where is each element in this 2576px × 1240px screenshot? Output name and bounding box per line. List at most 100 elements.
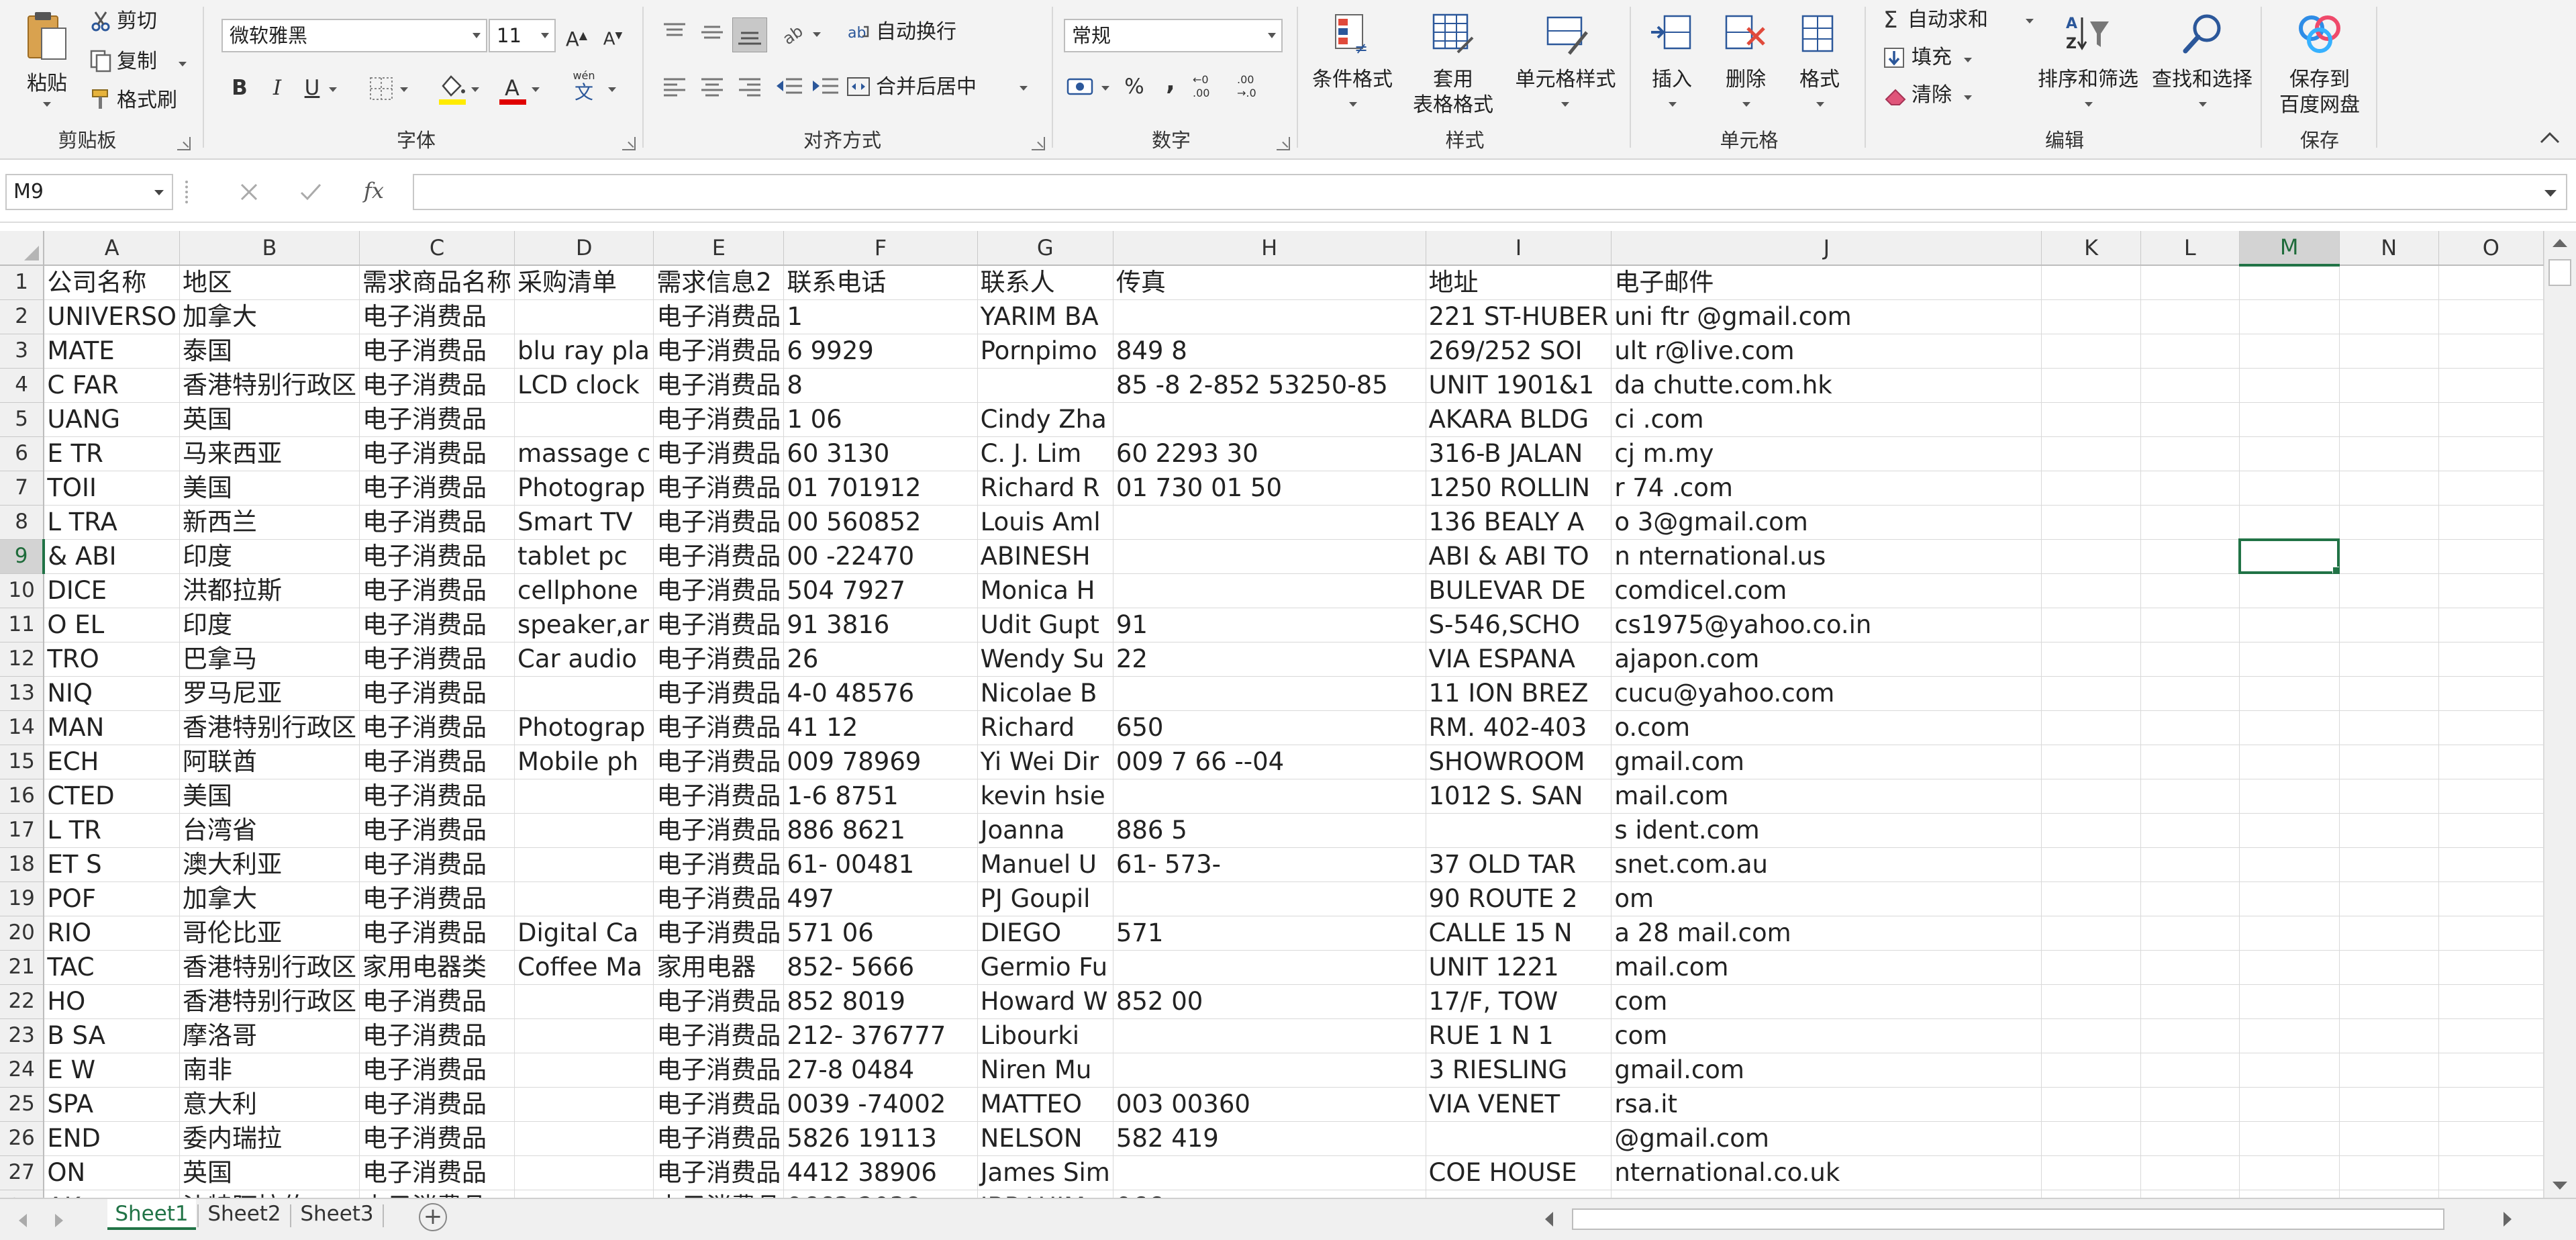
cell-i18[interactable]: 37 OLD TAR <box>1426 847 1612 882</box>
column-header-i[interactable]: I <box>1426 231 1612 266</box>
cell-o14[interactable] <box>2438 710 2544 745</box>
cell-d20[interactable]: Digital Ca <box>514 916 654 951</box>
cell-a12[interactable]: TRO <box>44 642 181 677</box>
cell-e2[interactable]: 电子消费品 <box>653 299 785 334</box>
cell-l18[interactable] <box>2140 847 2240 882</box>
cell-k25[interactable] <box>2041 1087 2141 1122</box>
cell-e21[interactable]: 家用电器 <box>653 950 785 985</box>
cell-m9[interactable] <box>2238 538 2340 574</box>
cell-j9[interactable]: n nternational.us <box>1611 539 2042 574</box>
cell-a3[interactable]: MATE <box>44 334 181 369</box>
row-header[interactable]: 15 <box>0 745 45 779</box>
cell-n24[interactable] <box>2339 1053 2439 1088</box>
cell-b23[interactable]: 摩洛哥 <box>179 1018 360 1053</box>
cell-m17[interactable] <box>2239 813 2340 848</box>
comma-button[interactable]: , <box>1155 67 1186 98</box>
cell-o5[interactable] <box>2438 402 2544 437</box>
cell-f11[interactable]: 91 3816 <box>783 608 978 642</box>
row-header[interactable]: 2 <box>0 299 45 334</box>
cell-f7[interactable]: 01 701912 <box>783 471 978 506</box>
cell-g2[interactable]: YARIM BA <box>977 299 1113 334</box>
decrease-decimal-icon[interactable]: .00→.0 <box>1236 71 1271 101</box>
row-header[interactable]: 4 <box>0 368 45 403</box>
cell-i1[interactable]: 地址 <box>1426 265 1612 300</box>
cell-l4[interactable] <box>2140 368 2240 403</box>
cell-l23[interactable] <box>2140 1018 2240 1053</box>
cell-a24[interactable]: E W <box>44 1053 181 1088</box>
fill-button[interactable]: 填充 <box>1883 44 1977 74</box>
cell-k24[interactable] <box>2041 1053 2141 1088</box>
row-header[interactable]: 10 <box>0 573 45 608</box>
cell-a2[interactable]: UNIVERSO <box>44 299 181 334</box>
cell-h24[interactable] <box>1113 1053 1426 1088</box>
cell-f6[interactable]: 60 3130 <box>783 436 978 471</box>
cell-h4[interactable]: 85 -8 2-852 53250-85 <box>1113 368 1426 403</box>
sheet-tab-3[interactable]: Sheet3 <box>293 1199 381 1230</box>
cell-k23[interactable] <box>2041 1018 2141 1053</box>
column-header-m[interactable]: M <box>2239 231 2340 267</box>
cell-i16[interactable]: 1012 S. SAN <box>1426 779 1612 814</box>
row-header[interactable]: 6 <box>0 436 45 471</box>
cell-a25[interactable]: SPA <box>44 1087 181 1122</box>
cell-i11[interactable]: S-546,SCHO <box>1426 608 1612 642</box>
cell-i3[interactable]: 269/252 SOI <box>1426 334 1612 369</box>
cell-d5[interactable] <box>514 402 654 437</box>
font-launcher-icon[interactable] <box>622 137 636 150</box>
row-header[interactable]: 27 <box>0 1155 45 1190</box>
cell-l25[interactable] <box>2140 1087 2240 1122</box>
cell-g28[interactable]: IBRAHIM <box>977 1190 1113 1198</box>
italic-button[interactable]: I <box>262 73 293 103</box>
cell-l20[interactable] <box>2140 916 2240 951</box>
row-header[interactable]: 3 <box>0 334 45 369</box>
cell-n5[interactable] <box>2339 402 2439 437</box>
cell-g13[interactable]: Nicolae B <box>977 676 1113 711</box>
cell-m14[interactable] <box>2239 710 2340 745</box>
cell-c23[interactable]: 电子消费品 <box>359 1018 515 1053</box>
cell-d12[interactable]: Car audio <box>514 642 654 677</box>
cell-m15[interactable] <box>2239 745 2340 779</box>
cell-o16[interactable] <box>2438 779 2544 814</box>
cell-l16[interactable] <box>2140 779 2240 814</box>
cell-g10[interactable]: Monica H <box>977 573 1113 608</box>
merge-center-button[interactable]: 合并后居中 <box>876 75 977 99</box>
cell-b25[interactable]: 意大利 <box>179 1087 360 1122</box>
row-header[interactable]: 28 <box>0 1190 45 1198</box>
cell-n27[interactable] <box>2339 1155 2439 1190</box>
copy-button[interactable]: 复制 <box>87 47 195 77</box>
cell-n17[interactable] <box>2339 813 2439 848</box>
cell-c17[interactable]: 电子消费品 <box>359 813 515 848</box>
cell-c6[interactable]: 电子消费品 <box>359 436 515 471</box>
cell-c9[interactable]: 电子消费品 <box>359 539 515 574</box>
cell-m24[interactable] <box>2239 1053 2340 1088</box>
cell-j22[interactable]: com <box>1611 984 2042 1019</box>
cell-b19[interactable]: 加拿大 <box>179 881 360 916</box>
cell-h14[interactable]: 650 <box>1113 710 1426 745</box>
cell-e1[interactable]: 需求信息2 <box>653 265 785 300</box>
prev-sheet-icon[interactable] <box>19 1214 27 1227</box>
cell-h26[interactable]: 582 419 <box>1113 1121 1426 1156</box>
cell-j26[interactable]: @gmail.com <box>1611 1121 2042 1156</box>
cell-f18[interactable]: 61- 00481 <box>783 847 978 882</box>
cell-m22[interactable] <box>2239 984 2340 1019</box>
cell-g16[interactable]: kevin hsie <box>977 779 1113 814</box>
save-baidu-button[interactable]: 保存到 百度网盘 <box>2266 5 2373 120</box>
cell-b1[interactable]: 地区 <box>179 265 360 300</box>
cell-g1[interactable]: 联系人 <box>977 265 1113 300</box>
cell-j21[interactable]: mail.com <box>1611 950 2042 985</box>
cell-j28[interactable]: m <box>1611 1190 2042 1198</box>
cell-d24[interactable] <box>514 1053 654 1088</box>
cell-b10[interactable]: 洪都拉斯 <box>179 573 360 608</box>
increase-decimal-icon[interactable]: ←0.00 <box>1191 71 1226 101</box>
cell-c11[interactable]: 电子消费品 <box>359 608 515 642</box>
cell-n26[interactable] <box>2339 1121 2439 1156</box>
cell-j2[interactable]: uni ftr @gmail.com <box>1611 299 2042 334</box>
cell-d11[interactable]: speaker,ar <box>514 608 654 642</box>
find-select-button[interactable]: 查找和选择 <box>2145 5 2259 120</box>
cell-a5[interactable]: UANG <box>44 402 181 437</box>
cell-k1[interactable] <box>2041 265 2141 300</box>
cell-k18[interactable] <box>2041 847 2141 882</box>
cell-n15[interactable] <box>2339 745 2439 779</box>
cell-o23[interactable] <box>2438 1018 2544 1053</box>
cell-a13[interactable]: NIQ <box>44 676 181 711</box>
cell-o27[interactable] <box>2438 1155 2544 1190</box>
